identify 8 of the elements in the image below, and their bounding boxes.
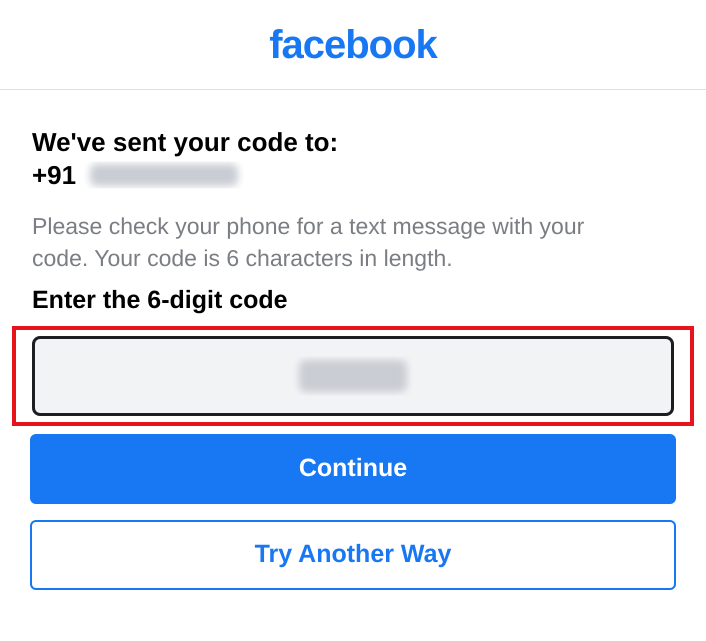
field-label: Enter the 6-digit code [32,285,289,316]
code-field[interactable] [32,336,674,416]
instructions: Please check your phone for a text message with your code. Your code is 6 characters in length. [32,212,586,273]
alternate-button[interactable]: Try Another Way [30,520,676,590]
continue-button[interactable]: Continue [30,434,676,504]
heading: We've sent your code to: [32,126,340,158]
logo[interactable]: facebook [269,14,437,74]
phone-prefix: +91 [32,159,76,191]
